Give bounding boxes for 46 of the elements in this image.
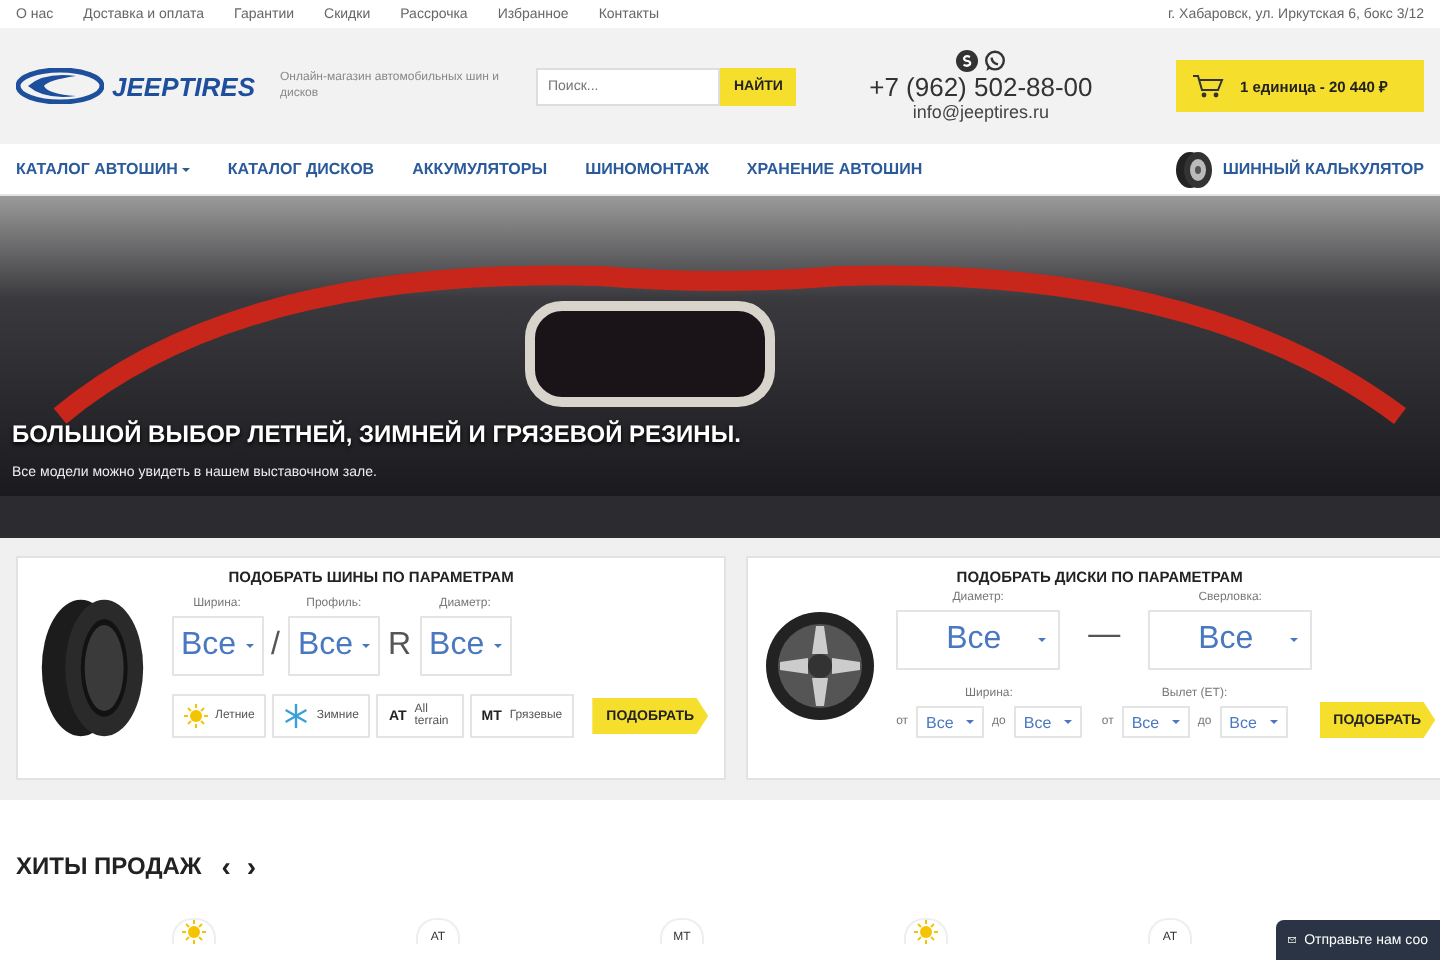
section-title: ХИТЫ ПРОДАЖ — [16, 852, 202, 880]
nav-link[interactable]: ШИНОМОНТАЖ — [585, 160, 709, 178]
dash-text: — — [1086, 618, 1123, 656]
whatsapp-icon — [983, 50, 1006, 72]
separator-text: / — [271, 628, 280, 666]
envelope-icon — [1288, 932, 1297, 948]
select-field[interactable]: Все — [1121, 706, 1190, 738]
caret-icon — [1038, 638, 1047, 642]
calculator-link[interactable]: ШИННЫЙ КАЛЬКУЛЯТОР — [1174, 149, 1424, 189]
tire-icon — [1174, 149, 1215, 189]
nav-link[interactable]: КАТАЛОГ ДИСКОВ — [227, 160, 375, 178]
nav-link[interactable]: АККУМУЛЯТОРЫ — [412, 160, 548, 178]
select-field[interactable]: Все — [1148, 610, 1313, 670]
select-field[interactable]: Все — [171, 616, 263, 676]
caret-icon — [1269, 720, 1278, 724]
wheel-rim-icon — [764, 609, 877, 721]
logo-text: JEEPTIRES — [112, 71, 256, 101]
select-field[interactable]: Все — [916, 706, 985, 738]
select-field[interactable]: Все — [419, 616, 512, 676]
hero-heading: БОЛЬШОЙ ВЫБОР ЛЕТНЕЙ, ЗИМНЕЙ И ГРЯЗЕВОЙ РЕЗИНЫ. — [12, 420, 741, 448]
phone-number[interactable]: +7 (962) 502-88-00 — [869, 72, 1093, 102]
skype-icon — [955, 50, 978, 72]
snowflake-icon — [284, 704, 309, 728]
select-field[interactable]: Все — [896, 610, 1061, 670]
cart-icon — [1192, 74, 1224, 98]
select-field[interactable]: Все — [287, 616, 380, 676]
caret-icon — [1063, 720, 1072, 724]
sun-icon — [914, 920, 938, 944]
nav-link[interactable]: ХРАНЕНИЕ АВТОШИН — [746, 160, 923, 178]
separator-text: R — [387, 628, 412, 666]
caret-icon — [361, 644, 370, 648]
select-field[interactable]: Все — [1013, 706, 1082, 738]
caret-icon — [245, 644, 253, 648]
caret-icon — [493, 644, 502, 648]
logo[interactable]: JEEPTIRES — [16, 68, 264, 104]
caret-icon — [966, 720, 975, 724]
caret-icon — [1171, 720, 1180, 724]
sun-icon — [183, 704, 207, 728]
select-field[interactable]: Все — [1219, 706, 1288, 738]
next-button[interactable]: › — [242, 850, 261, 882]
caret-icon — [1290, 638, 1299, 642]
oval-swoosh-icon — [16, 68, 104, 104]
nav-link[interactable]: КАТАЛОГ АВТОШИН — [16, 160, 190, 178]
previous-button[interactable]: ‹ — [217, 850, 235, 882]
sun-icon — [182, 920, 206, 944]
email-link[interactable]: info@jeeptires.ru — [912, 102, 1050, 122]
